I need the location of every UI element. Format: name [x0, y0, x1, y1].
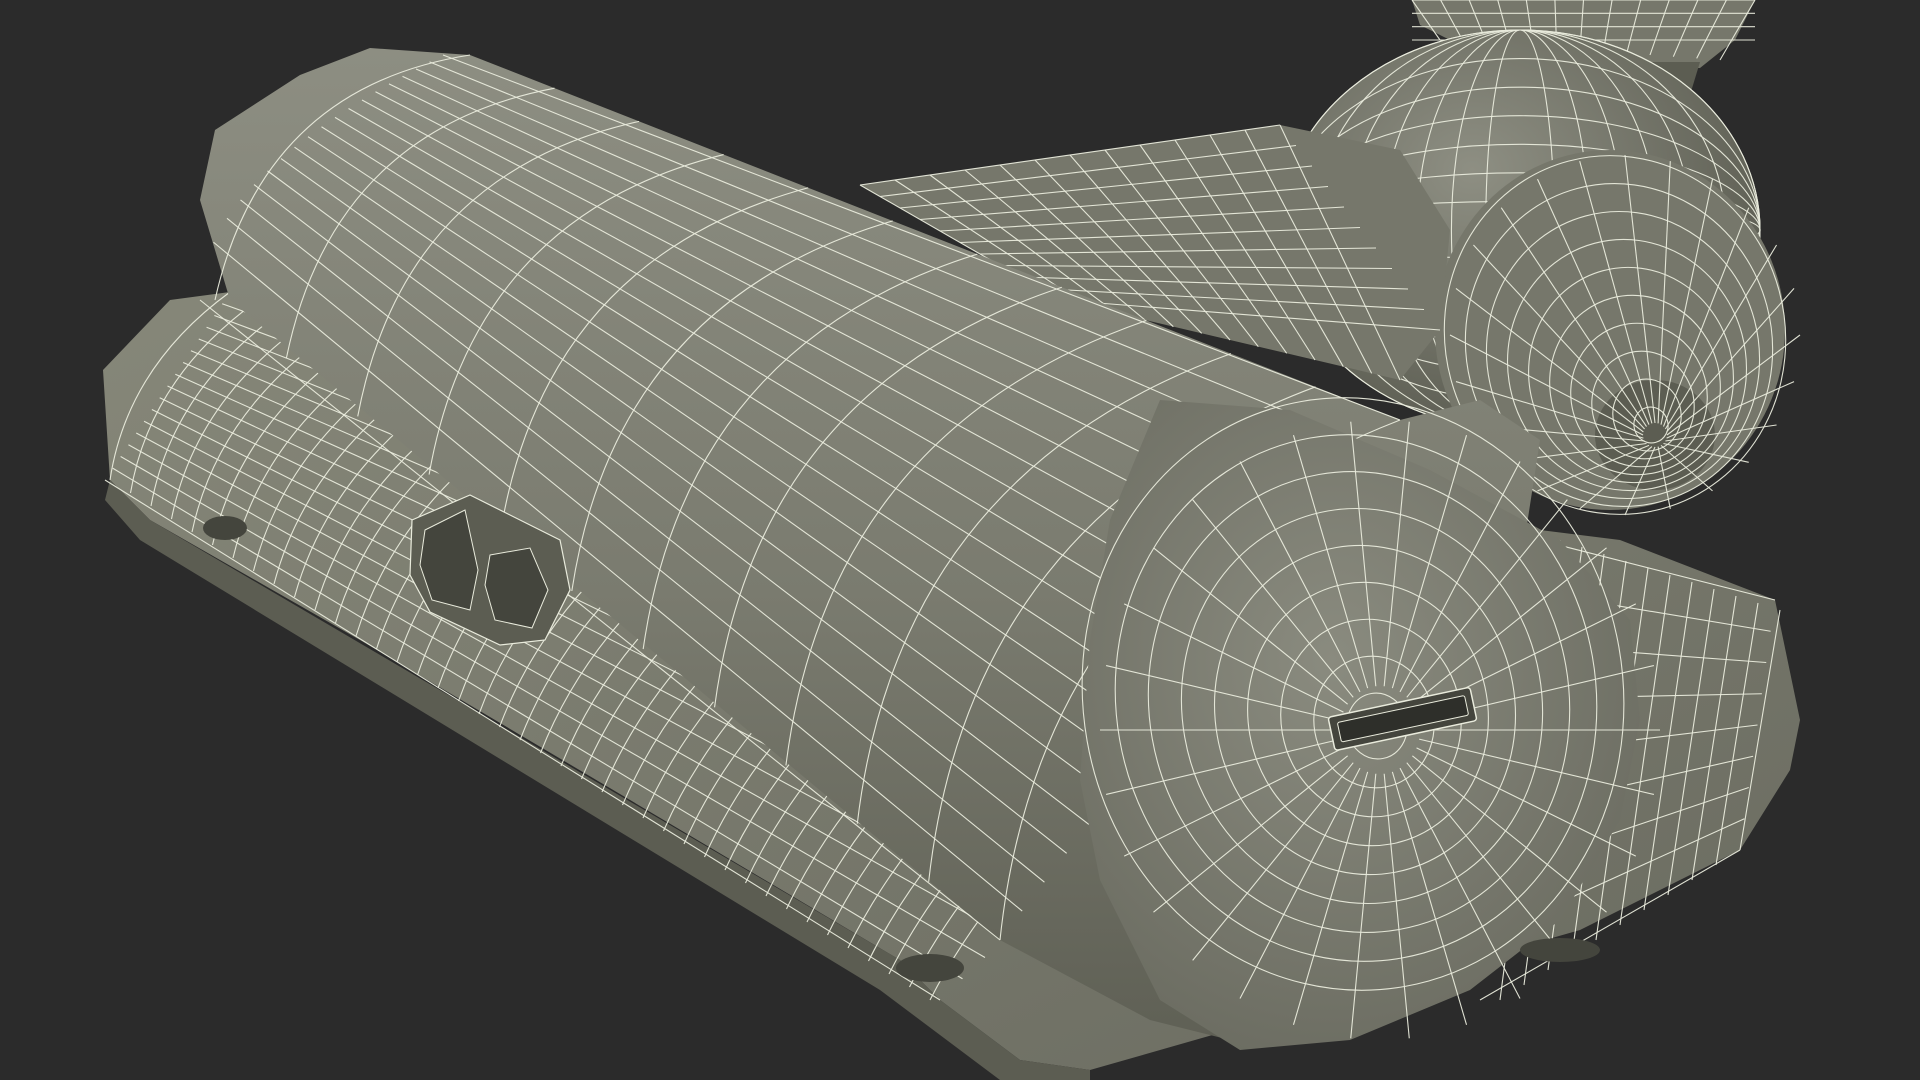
- render-viewport: [0, 0, 1920, 1080]
- wireframe-scene: [0, 0, 1920, 1080]
